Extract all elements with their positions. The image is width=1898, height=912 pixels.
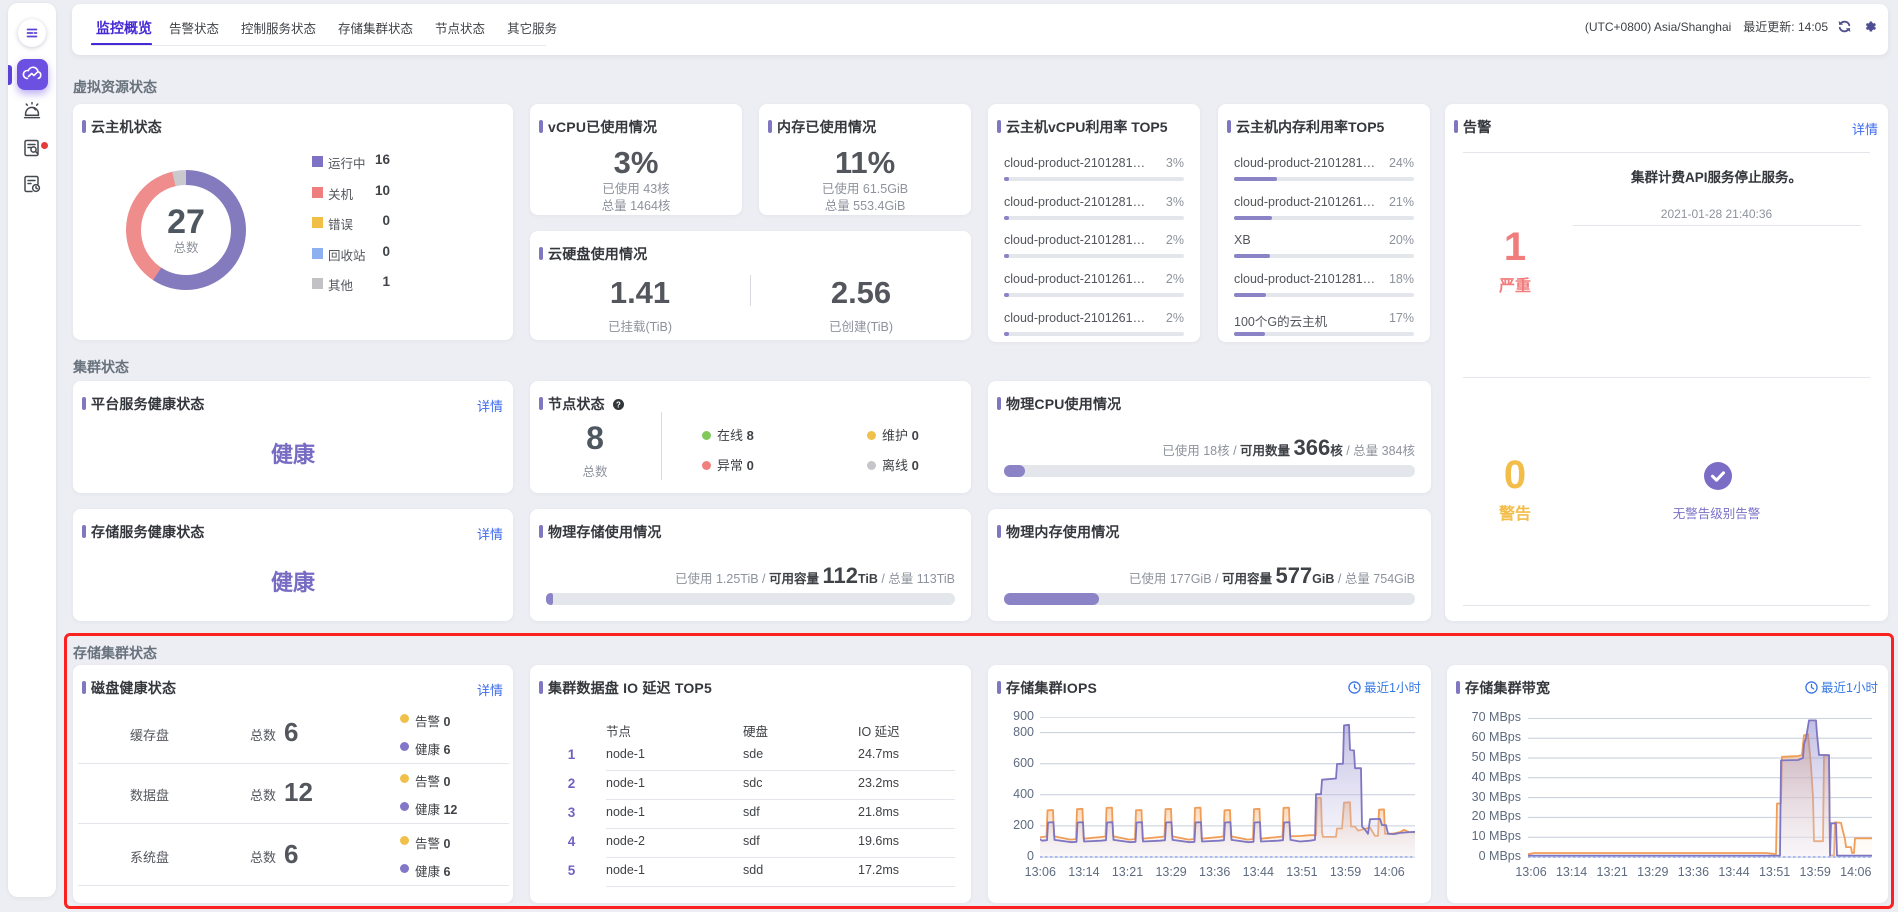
svg-text:?: ? bbox=[616, 400, 621, 409]
